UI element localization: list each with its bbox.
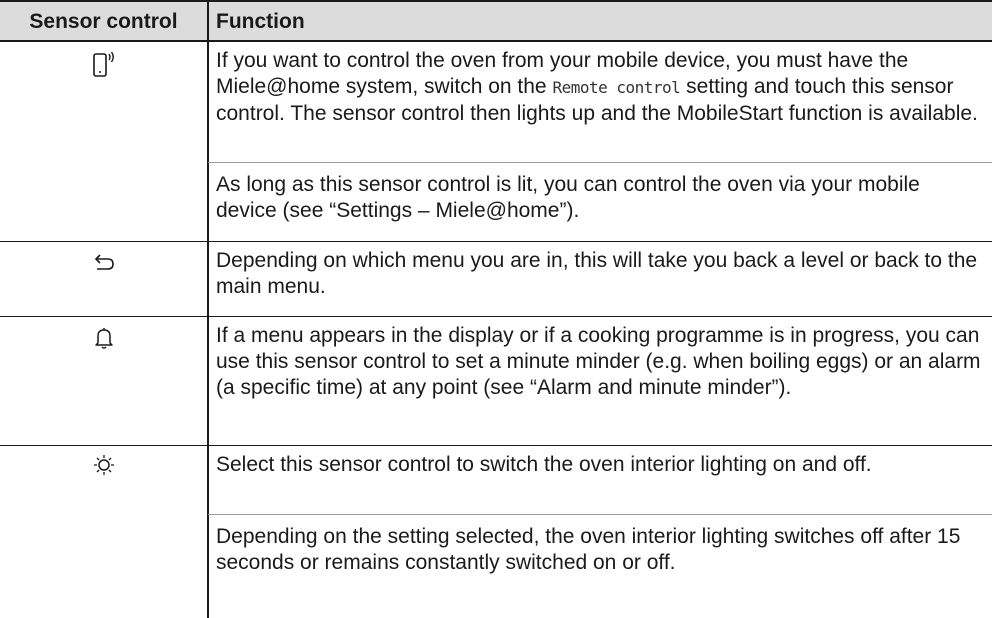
paragraph-divider [208,162,992,163]
mobile-start-icon [0,50,207,80]
function-text: If a menu appears in the display or if a… [216,324,981,399]
header-sensor-control: Sensor control [0,2,209,40]
light-icon [0,450,207,480]
function-text: Depending on the setting selected, the o… [216,525,961,574]
header-function: Function [216,10,305,33]
table-row: Select this sensor control to switch the… [0,446,992,618]
table-header: Sensor control Function [0,0,992,42]
remote-control-setting-term: Remote control [552,78,681,97]
function-text: As long as this sensor control is lit, y… [216,173,920,222]
back-arrow-icon [0,248,207,278]
table-row: Depending on which menu you are in, this… [0,242,992,316]
function-text: If you want to control the oven from you… [216,48,984,127]
function-text: Select this sensor control to switch the… [216,453,872,476]
table-row: If a menu appears in the display or if a… [0,317,992,445]
table-row: If you want to control the oven from you… [0,42,992,241]
function-text: Depending on which menu you are in, this… [216,249,978,298]
bell-icon [0,323,207,353]
paragraph-divider [208,514,992,515]
